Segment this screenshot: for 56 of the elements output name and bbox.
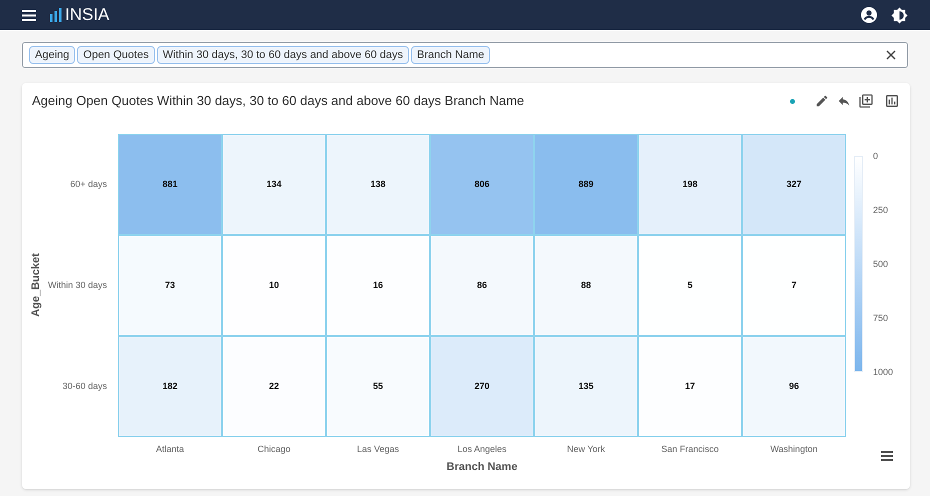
close-icon[interactable] xyxy=(886,50,896,60)
bar-chart-logo-icon xyxy=(50,8,62,22)
heatmap-cell: 17 xyxy=(638,336,742,437)
heatmap-cell: 88 xyxy=(534,235,638,336)
legend-label: 250 xyxy=(873,205,890,215)
x-axis-label: New York xyxy=(566,443,606,456)
menu-icon[interactable] xyxy=(881,451,893,461)
menu-icon[interactable] xyxy=(22,10,36,20)
heatmap-cell: 134 xyxy=(222,134,326,235)
reply-icon[interactable] xyxy=(837,94,851,108)
bar-chart-icon[interactable] xyxy=(884,93,900,109)
y-axis-label: Within 30 days xyxy=(48,278,107,292)
add-to-library-icon[interactable] xyxy=(858,93,874,109)
x-axis-label: Chicago xyxy=(257,443,291,456)
heatmap-cell: 138 xyxy=(326,134,430,235)
heatmap-cell: 327 xyxy=(742,134,846,235)
heatmap-cell: 182 xyxy=(118,336,222,437)
filter-chip[interactable]: Open Quotes xyxy=(77,46,155,64)
heatmap-cell: 7 xyxy=(742,235,846,336)
legend-label: 1000 xyxy=(873,367,894,377)
filter-chip[interactable]: Within 30 days, 30 to 60 days and above 60 days xyxy=(156,46,410,64)
filter-bar[interactable]: Ageing Open Quotes Within 30 days, 30 to 60 days and above 60 days Branch Name xyxy=(22,42,908,68)
y-axis-label: 60+ days xyxy=(70,178,107,191)
x-axis-label: Los Angeles xyxy=(457,443,507,456)
x-axis-label: Washington xyxy=(770,443,818,456)
filter-chip[interactable]: Ageing xyxy=(29,46,76,64)
card-title: Ageing Open Quotes Within 30 days, 30 to 60 days and above 60 days Branch Name xyxy=(32,92,526,110)
app-title: INSIA xyxy=(65,4,110,26)
y-axis-title: Age_Bucket xyxy=(30,253,42,317)
status-dot-icon xyxy=(790,98,795,104)
heatmap-cell: 5 xyxy=(638,235,742,336)
edit-icon[interactable] xyxy=(815,94,829,108)
heatmap-cell: 73 xyxy=(118,235,222,336)
y-axis-label: 30-60 days xyxy=(62,380,107,393)
x-axis-label: Atlanta xyxy=(156,443,184,456)
heatmap-cell: 881 xyxy=(118,134,222,235)
brightness-icon[interactable] xyxy=(891,6,908,24)
legend-label: 0 xyxy=(873,151,880,161)
heatmap-cell: 135 xyxy=(534,336,638,437)
heatmap-cell: 22 xyxy=(222,336,326,437)
legend-label: 750 xyxy=(873,313,890,323)
heatmap-cell: 16 xyxy=(326,235,430,336)
heatmap-cell: 55 xyxy=(326,336,430,437)
x-axis-label: San Francisco xyxy=(661,443,719,456)
heatmap-cell: 86 xyxy=(430,235,534,336)
x-axis-title: Branch Name xyxy=(446,460,518,474)
heatmap-cell: 889 xyxy=(534,134,638,235)
heatmap-cell: 270 xyxy=(430,336,534,437)
heatmap-cell: 806 xyxy=(430,134,534,235)
heatmap-cell: 96 xyxy=(742,336,846,437)
x-axis-label: Las Vegas xyxy=(356,443,400,456)
heatmap-cell: 198 xyxy=(638,134,742,235)
account-icon[interactable] xyxy=(861,7,877,23)
heatmap-cell: 10 xyxy=(222,235,326,336)
legend-label: 500 xyxy=(873,259,890,269)
filter-chip[interactable]: Branch Name xyxy=(411,46,490,64)
